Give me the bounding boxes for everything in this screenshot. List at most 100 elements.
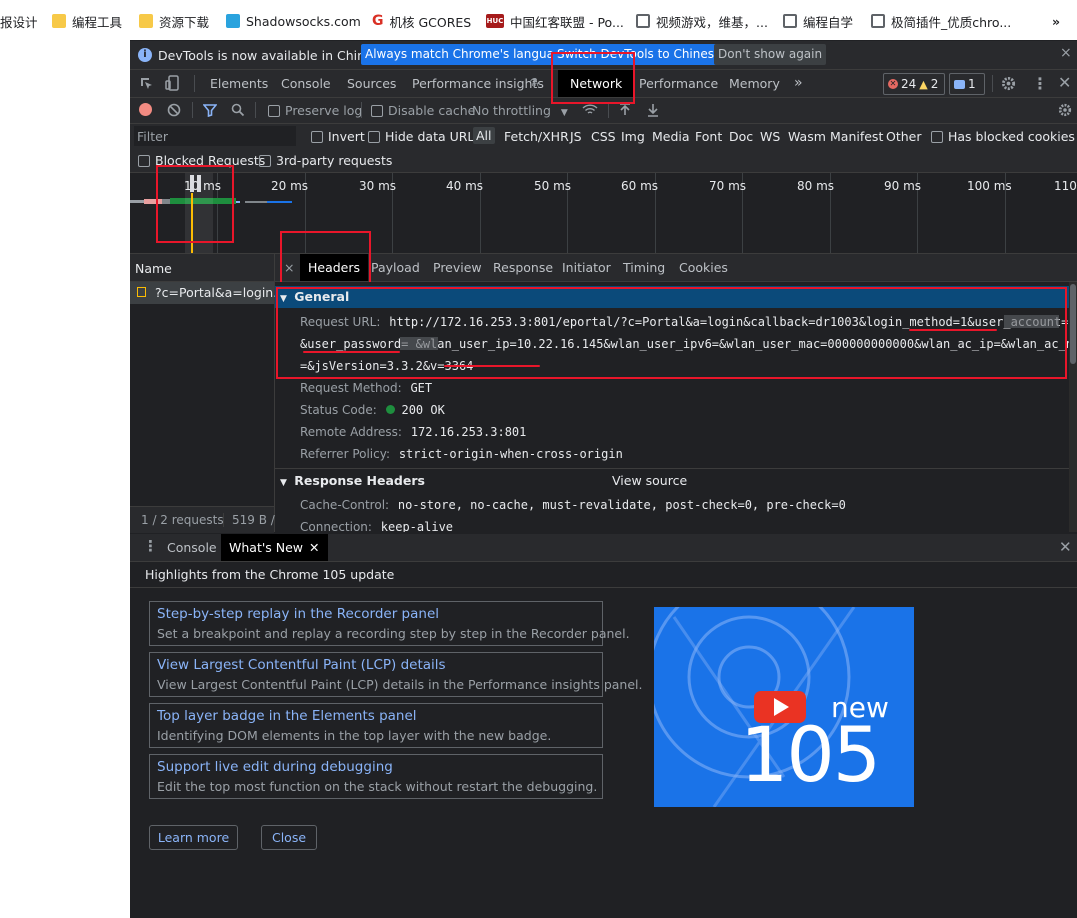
filter-type-other[interactable]: Other bbox=[886, 129, 922, 144]
tab-timing[interactable]: Timing bbox=[623, 254, 665, 281]
more-tabs-button[interactable]: » bbox=[794, 70, 803, 97]
detail-scrollbar[interactable] bbox=[1069, 282, 1077, 532]
close-icon[interactable]: × bbox=[1060, 45, 1072, 61]
chrome-105-promo-image[interactable]: new 105 bbox=[654, 607, 914, 807]
folder-icon bbox=[139, 14, 153, 28]
tab-performance-insights[interactable]: Performance insights bbox=[412, 70, 544, 97]
scrollbar-thumb[interactable] bbox=[1070, 284, 1076, 364]
feature-card[interactable]: View Largest Contentful Paint (LCP) deta… bbox=[149, 652, 642, 697]
toolbar-divider bbox=[255, 102, 256, 118]
hide-data-urls-checkbox[interactable]: Hide data URLs bbox=[368, 129, 481, 144]
filter-type-img[interactable]: Img bbox=[621, 129, 645, 144]
network-settings-icon[interactable] bbox=[1058, 103, 1072, 117]
globe-icon bbox=[636, 14, 650, 28]
timeline-overview[interactable]: 10 ms 20 ms 30 ms 40 ms 50 ms 60 ms 70 m… bbox=[130, 165, 1077, 254]
document-icon bbox=[137, 287, 146, 297]
tab-response[interactable]: Response bbox=[493, 254, 553, 281]
annotation-box bbox=[276, 287, 1067, 379]
clear-icon[interactable] bbox=[167, 103, 181, 117]
tab-elements[interactable]: Elements bbox=[210, 70, 268, 97]
issues-counter[interactable]: ✕ 24 ▲ 2 bbox=[883, 73, 945, 95]
filter-type-js[interactable]: JS bbox=[570, 129, 582, 144]
match-language-button[interactable]: Always match Chrome's language bbox=[361, 44, 573, 65]
bookmark-item[interactable]: 视频游戏，维基，... bbox=[636, 12, 768, 30]
tab-console[interactable]: Console bbox=[281, 70, 331, 97]
drawer-tab-whats-new[interactable]: What's New ✕ bbox=[221, 534, 328, 561]
tab-memory[interactable]: Memory bbox=[729, 70, 780, 97]
filter-type-font[interactable]: Font bbox=[695, 129, 722, 144]
filter-funnel-icon[interactable] bbox=[203, 103, 217, 117]
bookmark-item[interactable]: 极简插件_优质chro... bbox=[871, 12, 1011, 30]
has-blocked-cookies-checkbox[interactable]: Has blocked cookies bbox=[931, 129, 1075, 144]
tab-initiator[interactable]: Initiator bbox=[562, 254, 611, 281]
export-har-icon[interactable] bbox=[647, 103, 659, 117]
bookmarks-overflow-button[interactable]: » bbox=[1052, 12, 1060, 30]
tab-performance[interactable]: Performance bbox=[639, 70, 718, 97]
third-party-requests-checkbox[interactable]: 3rd-party requests bbox=[259, 153, 392, 168]
bookmark-folder[interactable]: 资源下载 bbox=[139, 12, 209, 30]
request-row[interactable]: ?c=Portal&a=login... bbox=[130, 282, 285, 304]
feature-card[interactable]: Support live edit during debugging Edit … bbox=[149, 754, 603, 799]
globe-icon bbox=[871, 14, 885, 28]
tab-sources[interactable]: Sources bbox=[347, 70, 396, 97]
filter-type-ws[interactable]: WS bbox=[760, 129, 780, 144]
info-icon: i bbox=[138, 48, 152, 62]
bookmark-folder[interactable]: 编程工具 bbox=[52, 12, 122, 30]
filter-input[interactable]: Filter bbox=[134, 126, 296, 146]
timeline-label: 30 ms bbox=[359, 179, 397, 193]
chevron-down-icon: ▼ bbox=[560, 108, 568, 118]
device-toolbar-icon[interactable] bbox=[165, 75, 180, 91]
response-headers-section-header[interactable]: ▼ Response Headers View source bbox=[275, 470, 1069, 492]
timeline-request-bar bbox=[267, 201, 292, 203]
filter-type-all[interactable]: All bbox=[473, 127, 495, 144]
disable-cache-checkbox[interactable]: Disable cache bbox=[371, 103, 475, 118]
messages-counter[interactable]: 1 bbox=[949, 73, 985, 95]
status-code-row: Status Code: 200 OK bbox=[300, 403, 445, 417]
search-icon[interactable] bbox=[231, 103, 245, 117]
throttling-select[interactable]: No throttling ▼ bbox=[472, 103, 568, 118]
error-icon: ✕ bbox=[888, 79, 898, 89]
invert-checkbox[interactable]: Invert bbox=[311, 129, 365, 144]
drawer-tabbar: ⋮ Console What's New ✕ ✕ bbox=[130, 534, 1077, 562]
bookmark-item[interactable]: Shadowsocks.com bbox=[226, 12, 361, 30]
promo-version-label: 105 bbox=[740, 710, 881, 799]
view-source-link[interactable]: View source bbox=[612, 470, 687, 492]
close-button[interactable]: Close bbox=[261, 825, 317, 850]
timeline-label: 80 ms bbox=[797, 179, 835, 193]
filter-type-css[interactable]: CSS bbox=[591, 129, 616, 144]
learn-more-button[interactable]: Learn more bbox=[149, 825, 238, 850]
feature-card[interactable]: Top layer badge in the Elements panel Id… bbox=[149, 703, 603, 748]
close-devtools-icon[interactable]: ✕ bbox=[1058, 73, 1071, 92]
tab-payload[interactable]: Payload bbox=[371, 254, 420, 281]
filter-type-wasm[interactable]: Wasm bbox=[788, 129, 826, 144]
close-icon[interactable]: ✕ bbox=[309, 540, 319, 555]
bookmark-item[interactable]: 编程自学 bbox=[783, 12, 853, 30]
requests-header[interactable]: Name bbox=[130, 254, 274, 282]
drawer-tab-console[interactable]: Console bbox=[167, 534, 217, 561]
filter-type-media[interactable]: Media bbox=[652, 129, 690, 144]
bookmark-item[interactable]: G 机核 GCORES bbox=[372, 12, 471, 30]
network-conditions-icon[interactable] bbox=[582, 103, 598, 117]
bookmark-item[interactable]: HUC 中国红客联盟 - Po... bbox=[486, 12, 624, 30]
bookmarks-bar: 报设计 编程工具 资源下载 Shadowsocks.com G 机核 GCORES… bbox=[0, 0, 1077, 41]
bookmark-item[interactable]: 报设计 bbox=[0, 12, 38, 30]
filter-type-doc[interactable]: Doc bbox=[729, 129, 753, 144]
settings-gear-icon[interactable] bbox=[1001, 76, 1016, 91]
filter-type-manifest[interactable]: Manifest bbox=[830, 129, 883, 144]
tab-preview[interactable]: Preview bbox=[433, 254, 482, 281]
inspect-element-icon[interactable] bbox=[139, 76, 154, 91]
dont-show-again-button[interactable]: Don't show again bbox=[714, 44, 827, 65]
close-drawer-icon[interactable]: ✕ bbox=[1059, 538, 1072, 556]
more-options-icon[interactable]: ⋮ bbox=[1032, 74, 1048, 93]
toolbar-divider bbox=[192, 102, 193, 118]
timeline-label: 60 ms bbox=[621, 179, 659, 193]
record-icon[interactable] bbox=[139, 103, 152, 116]
tab-cookies[interactable]: Cookies bbox=[679, 254, 728, 281]
import-har-icon[interactable] bbox=[619, 103, 631, 117]
preserve-log-checkbox[interactable]: Preserve log bbox=[268, 103, 362, 118]
feature-card[interactable]: Step-by-step replay in the Recorder pane… bbox=[149, 601, 630, 646]
toolbar-divider bbox=[608, 102, 609, 118]
filter-type-fetch-xhr[interactable]: Fetch/XHR bbox=[504, 129, 569, 144]
timeline-label: 100 ms bbox=[967, 179, 1012, 193]
drawer-menu-icon[interactable]: ⋮ bbox=[143, 537, 158, 555]
